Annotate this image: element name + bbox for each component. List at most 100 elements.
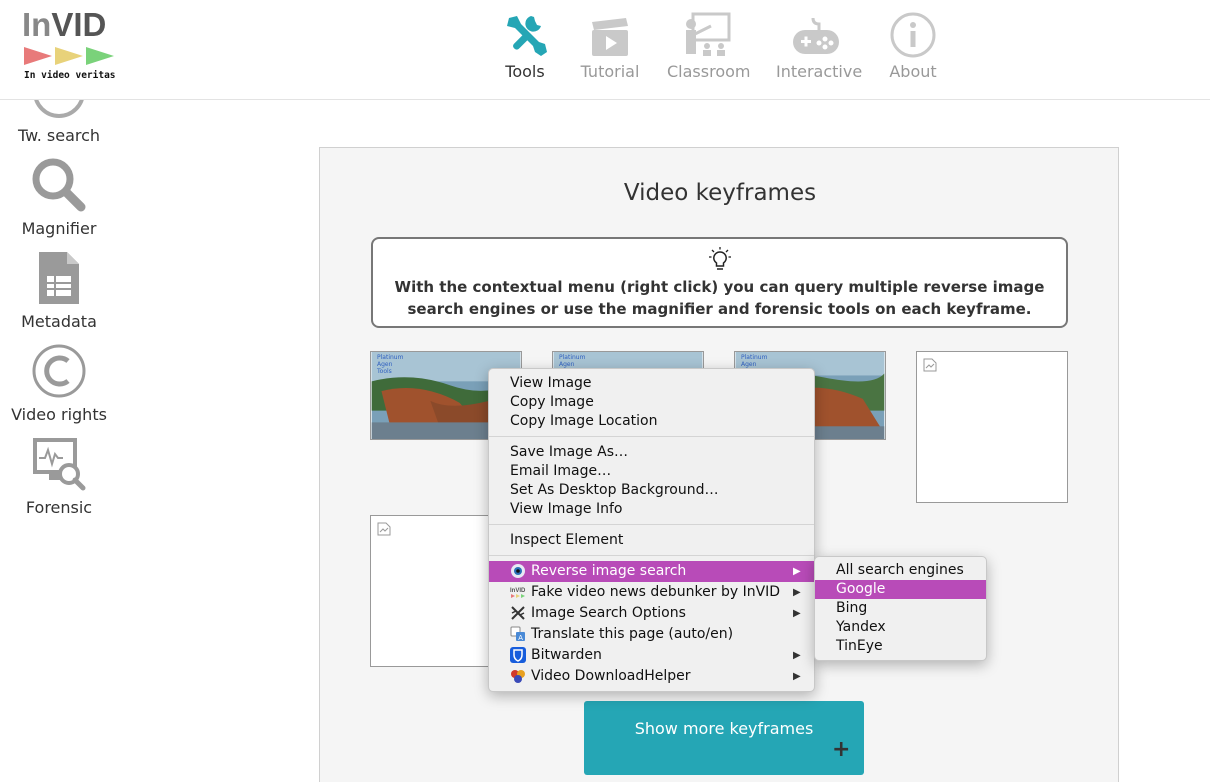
menu-item-label: Email Image…	[510, 463, 612, 479]
bitwarden-shield-icon	[510, 647, 526, 663]
submenu-item-label: Bing	[836, 600, 868, 616]
nav-classroom[interactable]: Classroom	[667, 6, 751, 81]
menu-item-bitwarden[interactable]: Bitwarden ▶	[489, 645, 814, 666]
metadata-file-icon	[39, 252, 79, 304]
tip-box: With the contextual menu (right click) y…	[371, 237, 1068, 328]
menu-item-set-desktop-background[interactable]: Set As Desktop Background…	[489, 480, 814, 500]
submenu-arrow-icon: ▶	[793, 608, 801, 619]
svg-text:InVID: InVID	[510, 588, 526, 594]
keyframe-caption: Platinum Agen Tools	[377, 354, 404, 375]
submenu-item-label: Yandex	[836, 619, 886, 635]
menu-item-copy-image[interactable]: Copy Image	[489, 392, 814, 412]
nav-tools[interactable]: Tools	[497, 6, 553, 81]
sidebar-item-forensic[interactable]: Forensic	[0, 432, 118, 517]
sidebar-item-label: Video rights	[11, 405, 107, 424]
nav-classroom-label: Classroom	[667, 62, 751, 81]
menu-item-copy-image-location[interactable]: Copy Image Location	[489, 411, 814, 431]
menu-item-view-image-info[interactable]: View Image Info	[489, 499, 814, 519]
logo-wordmark: InVID	[22, 6, 107, 43]
sidebar-item-label: Forensic	[25, 498, 93, 517]
sidebar-item-label: Magnifier	[21, 219, 97, 238]
submenu-arrow-icon: ▶	[793, 671, 801, 682]
top-header: InVID In video veritas Tools Tutorial Cl…	[0, 0, 1210, 100]
gamepad-icon	[793, 17, 839, 54]
menu-separator	[489, 524, 814, 525]
menu-item-translate-page[interactable]: A Translate this page (auto/en)	[489, 624, 814, 645]
menu-item-label: Image Search Options	[531, 605, 686, 621]
menu-item-label: Video DownloadHelper	[531, 668, 691, 684]
submenu-arrow-icon: ▶	[793, 566, 801, 577]
eye-icon	[511, 564, 525, 578]
submenu-item-yandex[interactable]: Yandex	[815, 618, 986, 637]
clapperboard-icon	[592, 18, 628, 56]
keyframe-4-placeholder[interactable]	[916, 351, 1068, 503]
info-icon	[890, 12, 936, 58]
submenu-item-label: All search engines	[836, 562, 964, 578]
nav-tutorial[interactable]: Tutorial	[580, 6, 640, 81]
nav-about-label: About	[889, 62, 937, 81]
submenu-arrow-icon: ▶	[793, 650, 801, 661]
menu-item-label: View Image Info	[510, 501, 623, 517]
downloadhelper-balls-icon	[511, 670, 525, 683]
sidebar-item-magnifier[interactable]: Magnifier	[0, 153, 118, 238]
broken-image-icon	[377, 522, 391, 536]
menu-item-video-downloadhelper[interactable]: Video DownloadHelper ▶	[489, 666, 814, 687]
submenu-item-label: TinEye	[836, 638, 883, 654]
nav-interactive-label: Interactive	[776, 62, 863, 81]
menu-item-label: Set As Desktop Background…	[510, 482, 719, 498]
sidebar-item-label: Tw. search	[17, 126, 101, 145]
submenu-item-bing[interactable]: Bing	[815, 599, 986, 618]
menu-item-label: Save Image As…	[510, 444, 628, 460]
logo-motto: In video veritas	[24, 70, 116, 81]
reverse-search-submenu: All search engines Google Bing Yandex Ti…	[814, 556, 987, 661]
menu-item-fake-video-debunker[interactable]: InVID Fake video news debunker by InVID …	[489, 582, 814, 603]
show-more-label: Show more keyframes	[634, 719, 814, 738]
svg-text:A: A	[518, 635, 523, 642]
broken-image-icon	[923, 358, 937, 372]
submenu-item-all-engines[interactable]: All search engines	[815, 561, 986, 580]
nav-about[interactable]: About	[887, 6, 939, 81]
menu-item-view-image[interactable]: View Image	[489, 373, 814, 393]
submenu-item-google[interactable]: Google	[815, 580, 986, 599]
menu-item-label: View Image	[510, 375, 592, 391]
menu-item-label: Inspect Element	[510, 532, 624, 548]
nav-tools-label: Tools	[505, 62, 545, 81]
menu-item-label: Copy Image Location	[510, 413, 658, 429]
magnifier-icon	[32, 158, 86, 212]
context-menu: View Image Copy Image Copy Image Locatio…	[488, 368, 815, 692]
menu-item-inspect-element[interactable]: Inspect Element	[489, 530, 814, 550]
tip-text: With the contextual menu (right click) y…	[394, 278, 1045, 318]
sidebar-item-label: Metadata	[21, 312, 97, 331]
submenu-arrow-icon: ▶	[793, 587, 801, 598]
show-more-keyframes-button[interactable]: Show more keyframes +	[584, 701, 864, 775]
nav-tutorial-label: Tutorial	[580, 62, 640, 81]
page-title: Video keyframes	[623, 180, 817, 206]
classroom-icon	[686, 12, 731, 56]
invid-logo[interactable]: InVID In video veritas	[22, 6, 122, 86]
nav-interactive[interactable]: Interactive	[776, 6, 863, 81]
logo-triangles-icon	[24, 47, 114, 65]
menu-item-email-image[interactable]: Email Image…	[489, 461, 814, 481]
forensic-icon	[33, 438, 86, 491]
lightbulb-icon	[709, 247, 731, 270]
plus-icon: +	[832, 737, 851, 762]
submenu-item-label: Google	[836, 581, 886, 597]
menu-item-label: Translate this page (auto/en)	[531, 626, 734, 642]
menu-item-image-search-options[interactable]: Image Search Options ▶	[489, 603, 814, 624]
translate-icon: A	[510, 626, 525, 642]
invid-icon: InVID	[510, 588, 526, 598]
submenu-item-tineye[interactable]: TinEye	[815, 637, 986, 656]
menu-separator	[489, 555, 814, 556]
menu-item-label: Reverse image search	[531, 563, 687, 579]
menu-separator	[489, 436, 814, 437]
menu-item-label: Copy Image	[510, 394, 594, 410]
menu-item-label: Fake video news debunker by InVID	[531, 584, 781, 600]
sidebar-item-metadata[interactable]: Metadata	[0, 246, 118, 331]
sidebar-item-video-rights[interactable]: Video rights	[0, 339, 118, 424]
menu-item-label: Bitwarden	[531, 647, 602, 663]
copyright-icon	[32, 344, 86, 398]
tools-icon	[507, 16, 547, 56]
menu-item-reverse-image-search[interactable]: Reverse image search ▶	[489, 561, 814, 582]
image-search-options-icon	[511, 606, 525, 620]
menu-item-save-image-as[interactable]: Save Image As…	[489, 442, 814, 462]
